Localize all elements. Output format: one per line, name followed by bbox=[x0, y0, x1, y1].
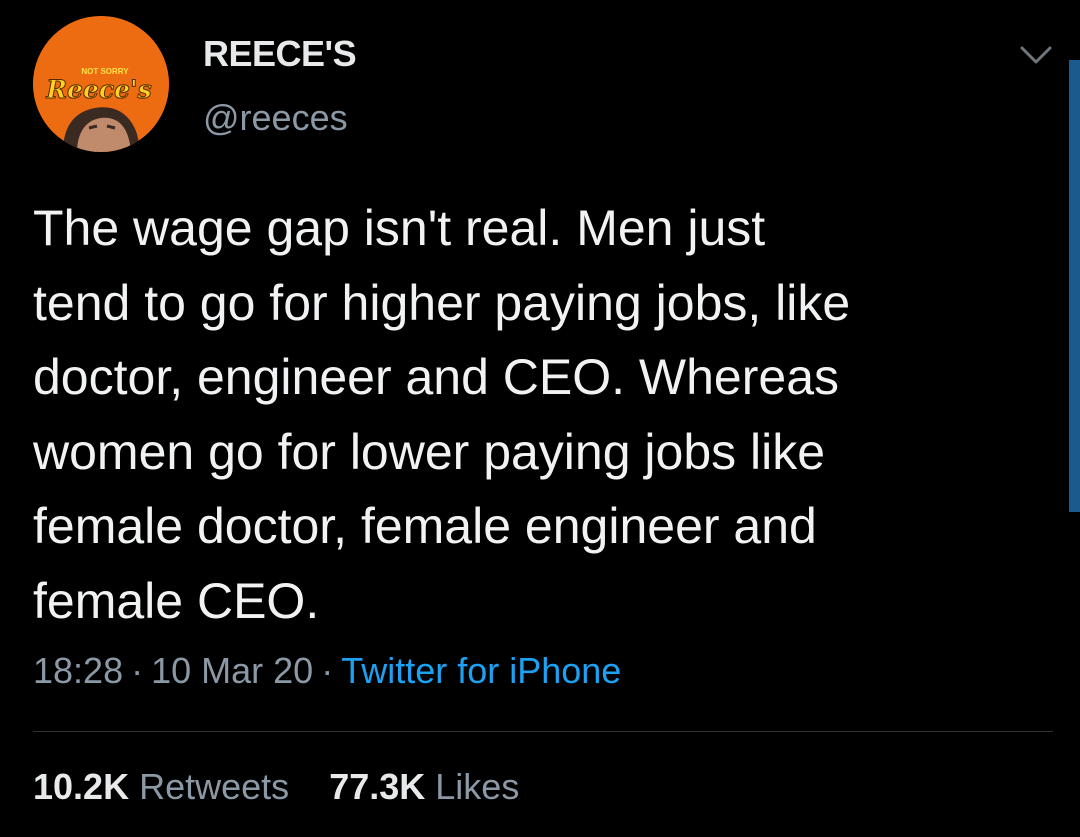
tweet-text-line: female CEO. bbox=[33, 572, 320, 629]
likes-count: 77.3K bbox=[329, 766, 426, 807]
tweet: NOT SORRY Reece's REECE'S @reeces The wa… bbox=[0, 0, 1080, 837]
avatar[interactable]: NOT SORRY Reece's bbox=[33, 16, 169, 152]
tweet-text-line: tend to go for higher paying jobs, like bbox=[33, 274, 851, 331]
likes-stat[interactable]: 77.3K Likes bbox=[329, 766, 519, 807]
tweet-text: The wage gap isn't real. Men just tend t… bbox=[33, 191, 1033, 638]
divider bbox=[33, 731, 1053, 732]
retweets-label: Retweets bbox=[139, 766, 290, 807]
tweet-time[interactable]: 18:28 bbox=[33, 650, 123, 691]
tweet-date[interactable]: 10 Mar 20 bbox=[151, 650, 313, 691]
retweets-stat[interactable]: 10.2K Retweets bbox=[33, 766, 289, 807]
author-display-name[interactable]: REECE'S bbox=[203, 33, 357, 75]
meta-separator: · bbox=[131, 650, 144, 691]
tweet-stats: 10.2K Retweets 77.3K Likes bbox=[33, 766, 549, 808]
tweet-text-line: female doctor, female engineer and bbox=[33, 498, 817, 554]
tweet-source-link[interactable]: Twitter for iPhone bbox=[341, 650, 621, 691]
meta-separator: · bbox=[321, 650, 334, 691]
avatar-logo-text: Reece's bbox=[45, 75, 151, 104]
tweet-meta: 18:28 · 10 Mar 20 · Twitter for iPhone bbox=[33, 650, 621, 692]
tweet-text-line: doctor, engineer and CEO. Whereas bbox=[33, 349, 840, 405]
author-handle[interactable]: @reeces bbox=[203, 97, 348, 139]
tweet-text-line: The wage gap isn't real. Men just bbox=[33, 200, 766, 256]
reeces-logo-image: NOT SORRY Reece's bbox=[33, 16, 169, 152]
scrollbar[interactable] bbox=[1069, 60, 1080, 512]
tweet-text-line: women go for lower paying jobs like bbox=[33, 423, 826, 480]
likes-label: Likes bbox=[435, 766, 520, 807]
retweets-count: 10.2K bbox=[33, 766, 130, 807]
chevron-down-icon[interactable] bbox=[1016, 40, 1056, 72]
